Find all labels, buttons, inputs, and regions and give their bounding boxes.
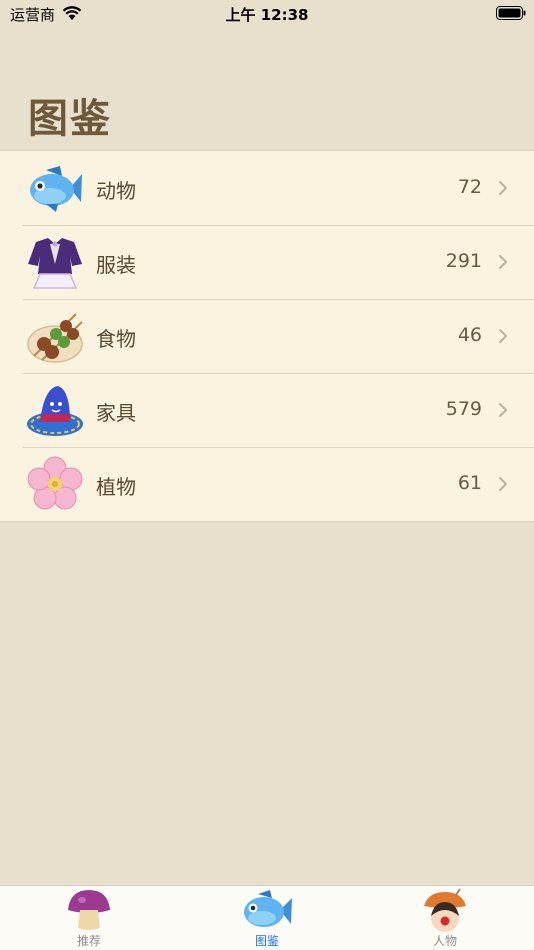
flower-icon bbox=[27, 456, 83, 510]
character-icon bbox=[424, 888, 466, 932]
mushroom-icon bbox=[68, 890, 110, 930]
skewers-icon bbox=[27, 313, 83, 363]
row-label: 家具 bbox=[96, 401, 136, 425]
status-bar: 运营商 上午 12:38 bbox=[0, 0, 534, 30]
tab-characters[interactable]: 人物 bbox=[356, 886, 534, 950]
fish-icon bbox=[30, 166, 82, 212]
row-label: 食物 bbox=[96, 327, 136, 351]
chevron-right-icon bbox=[499, 181, 507, 195]
tab-encyclopedia[interactable]: 图鉴 bbox=[178, 886, 356, 950]
hat-icon bbox=[27, 386, 83, 436]
row-count: 291 bbox=[445, 250, 482, 272]
fish-icon bbox=[244, 890, 292, 927]
list-row-furniture[interactable]: 家具 579 bbox=[0, 373, 534, 447]
chevron-right-icon bbox=[499, 255, 507, 269]
dress-icon bbox=[28, 238, 82, 289]
category-list: 动物 72 服装 291 食物 46 家具 579 植物 61 bbox=[0, 150, 534, 522]
row-count: 46 bbox=[457, 324, 482, 346]
row-count: 72 bbox=[457, 176, 482, 198]
row-count: 579 bbox=[445, 398, 482, 420]
tab-label: 图鉴 bbox=[254, 934, 279, 948]
list-row-food[interactable]: 食物 46 bbox=[0, 299, 534, 373]
tab-label: 推荐 bbox=[76, 934, 101, 948]
tab-label: 人物 bbox=[432, 934, 457, 948]
list-row-plants[interactable]: 植物 61 bbox=[0, 447, 534, 521]
row-count: 61 bbox=[457, 472, 482, 494]
list-row-clothing[interactable]: 服装 291 bbox=[0, 225, 534, 299]
battery-icon bbox=[496, 6, 526, 20]
chevron-right-icon bbox=[499, 403, 507, 417]
chevron-right-icon bbox=[499, 477, 507, 491]
row-label: 植物 bbox=[96, 475, 136, 499]
tab-recommend[interactable]: 推荐 bbox=[0, 886, 178, 950]
tab-bar: 推荐 图鉴 人物 bbox=[0, 885, 534, 950]
row-label: 动物 bbox=[96, 179, 136, 203]
row-label: 服装 bbox=[96, 253, 136, 277]
chevron-right-icon bbox=[499, 329, 507, 343]
page-title: 图鉴 bbox=[28, 96, 112, 142]
list-row-animals[interactable]: 动物 72 bbox=[0, 151, 534, 225]
clock: 上午 12:38 bbox=[225, 6, 309, 24]
